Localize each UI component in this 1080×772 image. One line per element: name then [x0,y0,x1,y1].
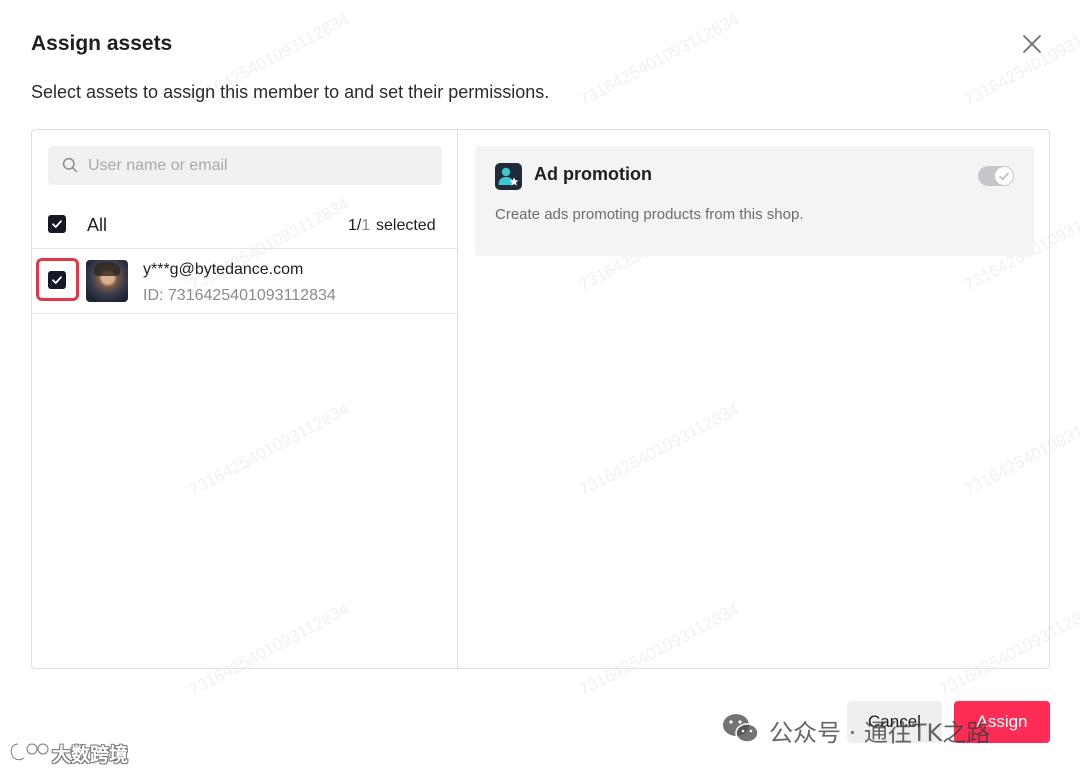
dialog-subtitle: Select assets to assign this member to a… [31,82,550,102]
selected-label: selected [376,217,436,234]
assets-panel: All 1/1 selected y***g@bytedance.com ID:… [31,129,1050,669]
permission-toggle[interactable] [978,166,1014,186]
dialog-title: Assign assets [31,32,173,55]
permissions-pane: Ad promotion Create ads promoting produc… [459,130,1049,668]
select-all-label: All [87,215,108,235]
selected-count-value: 1/ [348,217,362,234]
wechat-icon [723,714,759,743]
check-icon [999,172,1009,180]
member-list-pane: All 1/1 selected y***g@bytedance.com ID:… [32,130,458,668]
check-icon [52,276,62,284]
selected-count: 1/1 [348,217,370,235]
toggle-knob [995,167,1013,185]
member-checkbox[interactable] [48,271,66,289]
select-all-row: All 1/1 selected [32,205,457,249]
member-email: y***g@bytedance.com [143,261,304,278]
search-icon [62,157,78,173]
avatar [86,260,128,302]
user-star-icon [495,163,522,190]
member-id: ID: 7316425401093112834 [143,287,336,304]
search-input[interactable] [88,146,428,185]
assign-assets-dialog: 7316425401093112834 7316425401093112834 … [0,0,1080,772]
close-button[interactable] [1019,31,1045,57]
watermark: 7316425401093112834 [960,9,1080,110]
watermark: 7316425401093112834 [575,9,743,110]
select-all-checkbox[interactable] [48,215,66,233]
check-icon [52,220,62,228]
permission-description: Create ads promoting products from this … [495,206,804,223]
permission-title: Ad promotion [534,164,652,184]
permission-card: Ad promotion Create ads promoting produc… [475,146,1034,256]
brand-watermark: 大数跨境 [8,738,148,768]
brand-text: 大数跨境 [52,744,129,766]
close-icon [1023,35,1041,53]
brand-logo-icon [9,742,49,762]
member-row[interactable]: y***g@bytedance.com ID: 7316425401093112… [32,250,457,314]
wechat-label: 公众号 · 通往TK之路 [769,719,991,747]
search-box [48,146,442,185]
total-count: 1 [361,217,371,234]
